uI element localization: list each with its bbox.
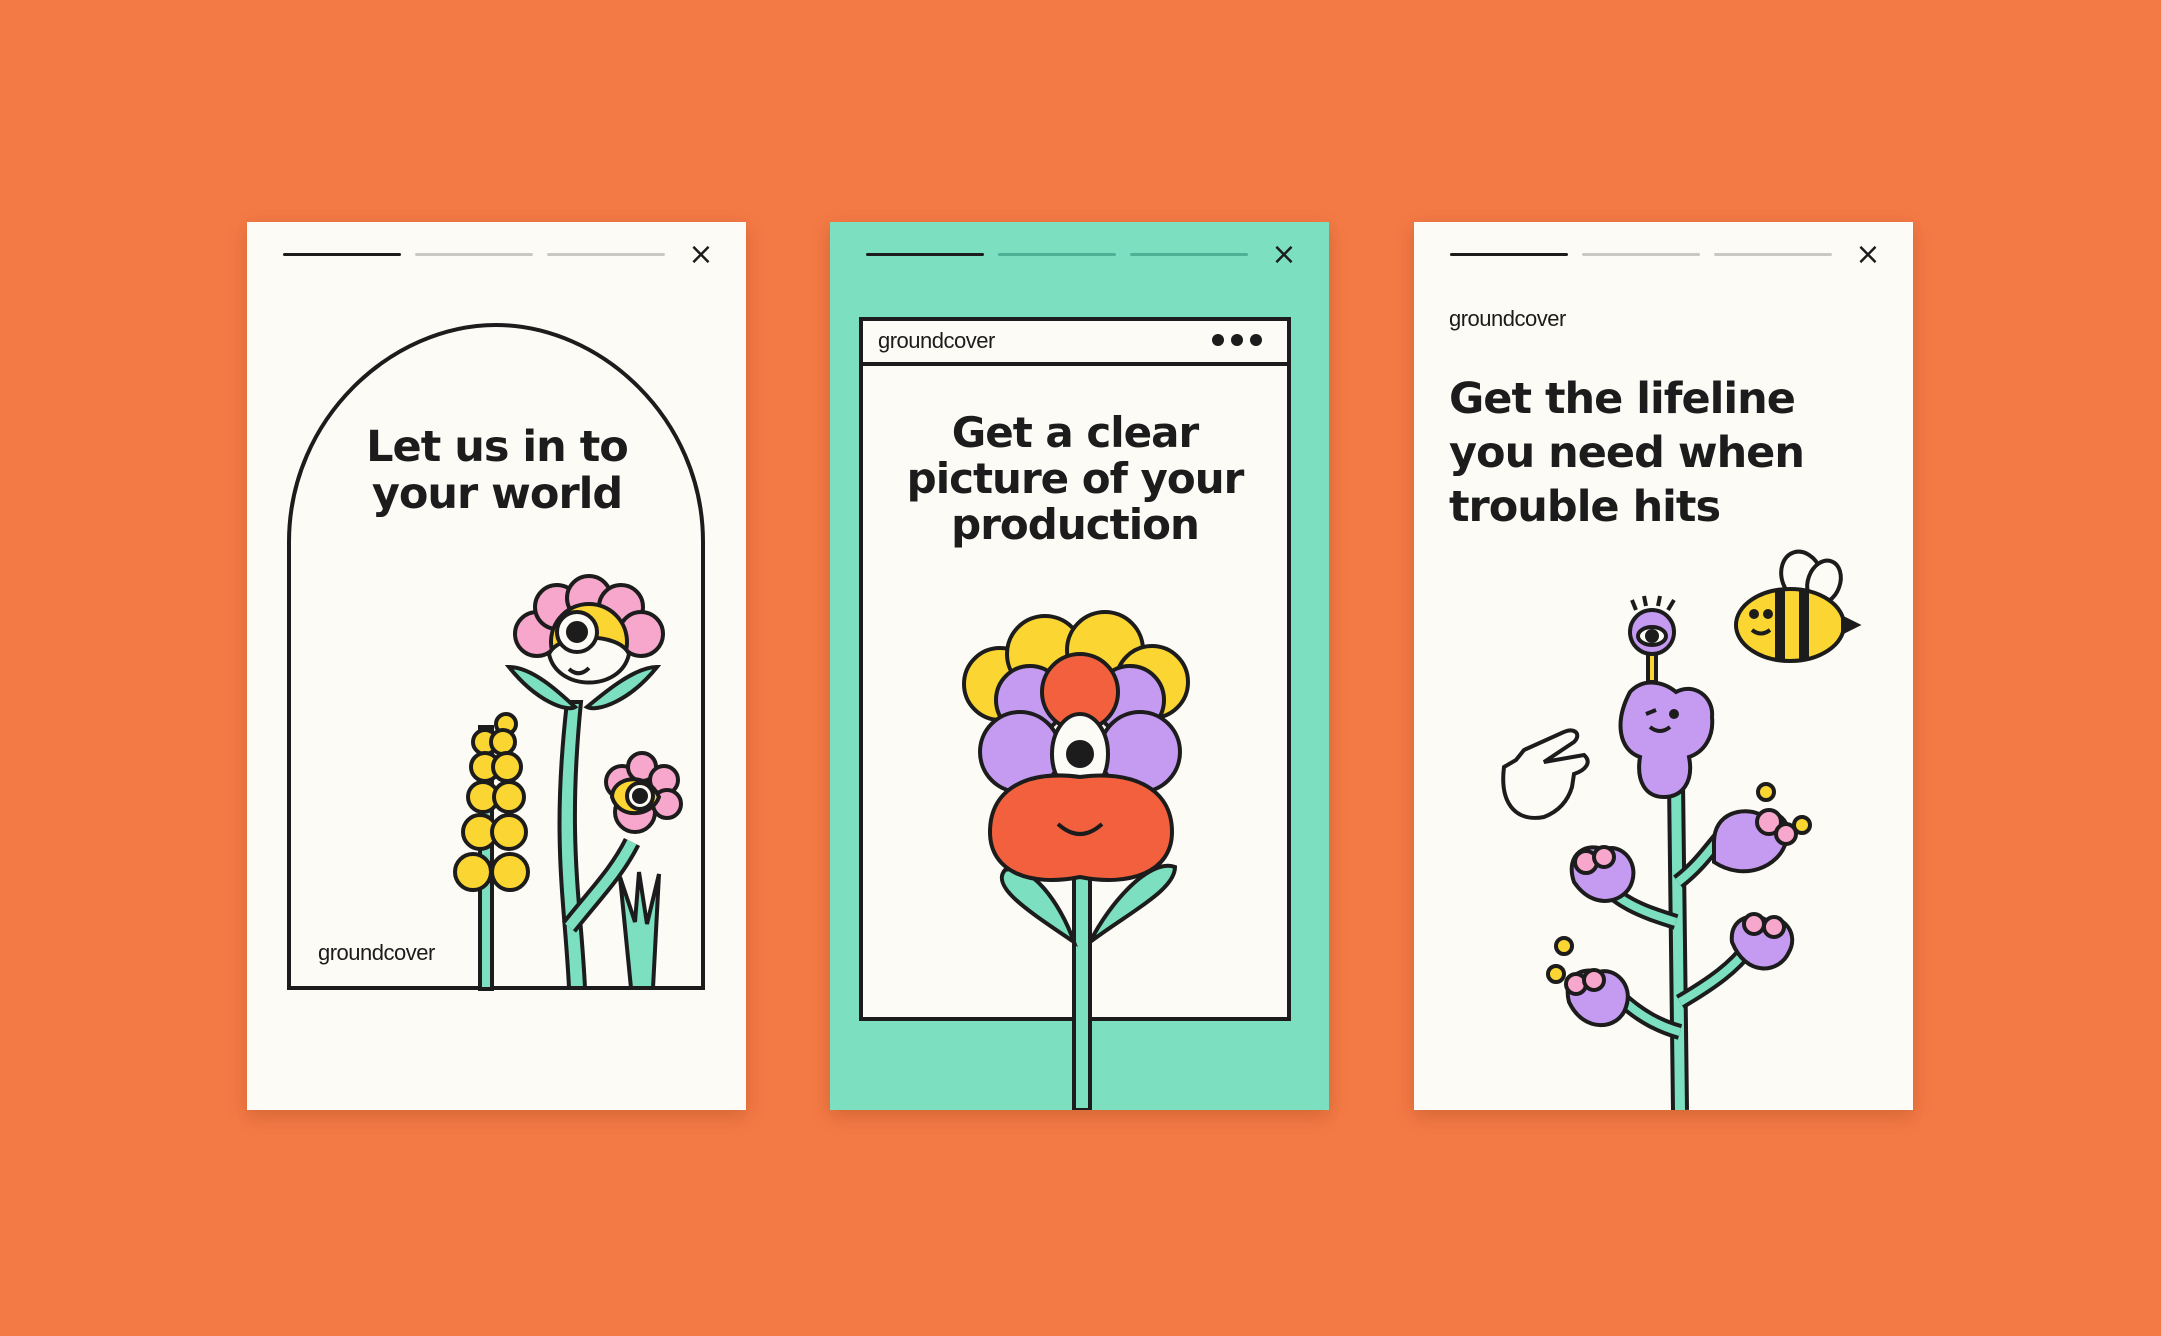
progress-step-2 xyxy=(415,253,533,256)
headline-line: trouble hits xyxy=(1449,482,1721,532)
headline-line: Get the lifeline xyxy=(1449,374,1796,424)
purple-flower-illustration xyxy=(1618,680,1715,800)
small-flower-illustration xyxy=(604,751,683,834)
window-dots-icon xyxy=(1212,334,1262,346)
card-3-illustration xyxy=(1501,549,1862,1110)
headline-line: you need when xyxy=(1449,428,1805,478)
groundcover-logo: groundcover xyxy=(878,328,995,353)
headline-line: your world xyxy=(371,469,623,519)
progress-indicator xyxy=(1450,253,1832,256)
groundcover-logo: groundcover xyxy=(1449,306,1566,331)
card-2-illustration xyxy=(859,317,1291,1110)
close-icon[interactable]: × xyxy=(1269,240,1299,270)
close-icon[interactable]: × xyxy=(1853,240,1883,270)
progress-step-3 xyxy=(547,253,665,256)
eye-stalk-illustration xyxy=(1628,595,1676,684)
headline-line: production xyxy=(951,500,1200,549)
progress-step-2 xyxy=(1582,253,1700,256)
onboarding-card-1: × Let us in to your world groundcover xyxy=(247,222,746,1110)
onboarding-card-2: × groundcover Get a clear picture of you… xyxy=(830,222,1329,1110)
progress-step-1 xyxy=(1450,253,1568,256)
progress-indicator xyxy=(283,253,665,256)
card-1-headline: Let us in to your world xyxy=(287,424,707,518)
pointing-hand-icon xyxy=(1501,728,1590,820)
headline-line: Get a clear xyxy=(951,408,1199,457)
progress-step-3 xyxy=(1130,253,1248,256)
yellow-flower-illustration xyxy=(453,712,530,991)
card-2-headline: Get a clear picture of your production xyxy=(863,410,1287,548)
progress-step-2 xyxy=(998,253,1116,256)
close-icon[interactable]: × xyxy=(686,240,716,270)
card-3-headline: Get the lifeline you need when trouble h… xyxy=(1449,372,1899,534)
onboarding-card-3: × groundcover Get the lifeline you need … xyxy=(1414,222,1913,1110)
grass-illustration xyxy=(618,871,661,990)
progress-step-3 xyxy=(1714,253,1832,256)
bee-illustration xyxy=(1734,549,1862,663)
progress-step-1 xyxy=(866,253,984,256)
purple-orange-flower-illustration xyxy=(962,610,1190,1110)
progress-step-1 xyxy=(283,253,401,256)
headline-line: Let us in to xyxy=(366,422,629,472)
headline-line: picture of your xyxy=(906,454,1245,503)
groundcover-logo: groundcover xyxy=(318,940,435,965)
card-1-illustration xyxy=(287,322,705,991)
progress-indicator xyxy=(866,253,1248,256)
